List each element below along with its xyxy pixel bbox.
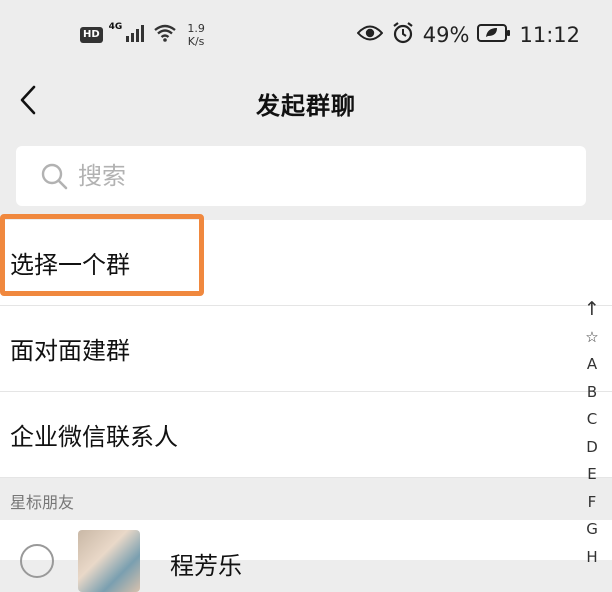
hd-badge: HD [80, 27, 103, 43]
clock-time: 11:12 [519, 23, 580, 47]
option-label: 选择一个群 [10, 251, 130, 279]
option-label: 企业微信联系人 [10, 423, 178, 451]
contact-name: 程芳乐 [170, 552, 242, 580]
speed-value: 1.9 [187, 22, 205, 35]
avatar [78, 530, 140, 592]
status-bar: HD 4G 1.9 K/s 49% 11:12 [0, 0, 612, 72]
eye-icon [356, 23, 384, 47]
speed-unit: K/s [187, 35, 205, 48]
search-box[interactable] [16, 146, 586, 206]
option-label: 面对面建群 [10, 337, 130, 365]
index-item[interactable]: C [587, 406, 597, 434]
wifi-icon [153, 24, 177, 46]
select-group-option[interactable]: 选择一个群 [0, 214, 612, 306]
enterprise-wechat-contacts-option[interactable]: 企业微信联系人 [0, 392, 612, 478]
face-to-face-group-option[interactable]: 面对面建群 [0, 306, 612, 392]
battery-icon [477, 23, 511, 48]
index-item[interactable]: E [587, 461, 596, 489]
signal-icon [125, 24, 147, 46]
index-item[interactable]: D [586, 434, 598, 462]
select-checkbox[interactable] [20, 544, 54, 578]
search-section [0, 132, 612, 220]
page-title: 发起群聊 [256, 92, 356, 120]
index-item[interactable]: ↑ [584, 296, 600, 324]
alphabet-index-bar[interactable]: ↑ ☆ A B C D E F G H [580, 296, 604, 571]
nav-bar: 发起群聊 [0, 72, 612, 132]
battery-percent: 49% [422, 23, 470, 47]
network-speed: 1.9 K/s [187, 22, 205, 48]
search-input[interactable] [76, 161, 560, 191]
index-item[interactable]: B [587, 379, 597, 407]
network-type: 4G [108, 22, 123, 32]
index-item[interactable]: G [586, 516, 598, 544]
status-bar-left: HD 4G 1.9 K/s [80, 20, 205, 50]
search-icon [40, 162, 68, 190]
status-bar-right: 49% 11:12 [356, 20, 580, 50]
alarm-icon [391, 21, 415, 50]
contact-row[interactable]: 程芳乐 [0, 520, 612, 592]
index-item[interactable]: ☆ [585, 324, 598, 352]
section-header-starred: 星标朋友 [0, 482, 612, 520]
index-item[interactable]: F [588, 489, 597, 517]
index-item[interactable]: H [586, 544, 597, 572]
options-list: 选择一个群 面对面建群 企业微信联系人 [0, 214, 612, 478]
index-item[interactable]: A [587, 351, 597, 379]
